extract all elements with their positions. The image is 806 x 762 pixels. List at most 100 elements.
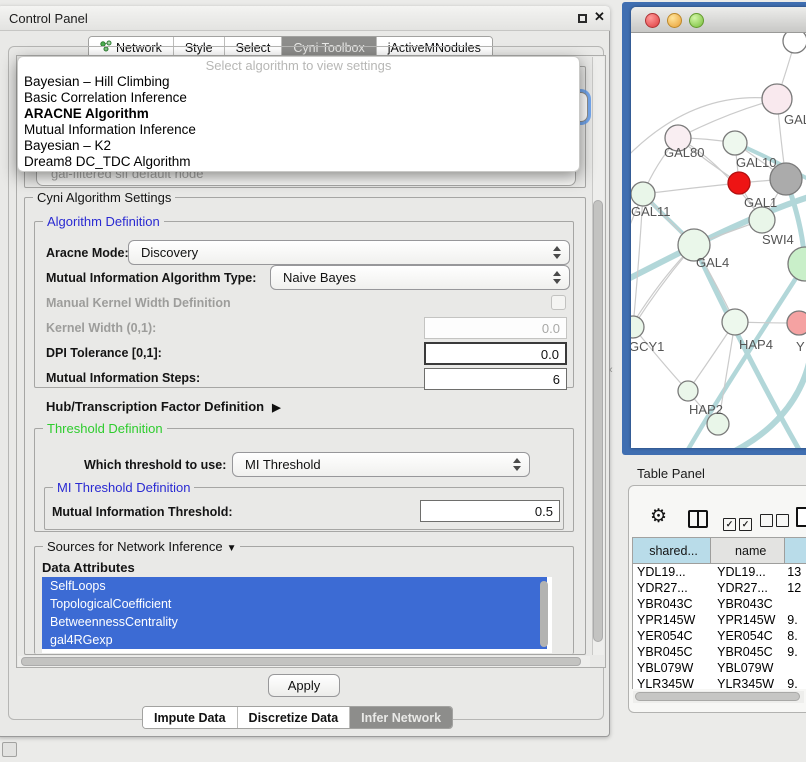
table-row[interactable]: YBR045CYBR045C9.	[633, 644, 806, 660]
data-attributes-label: Data Attributes	[42, 560, 135, 575]
select-all-checks-icon[interactable]: ✓✓	[723, 514, 755, 532]
mi-threshold-label: Mutual Information Threshold:	[52, 505, 233, 519]
mi-algorithm-type-combo[interactable]: Naive Bayes	[270, 265, 570, 290]
data-attributes-list[interactable]: SelfLoopsTopologicalCoefficientBetweenne…	[42, 577, 552, 653]
unchecked-box-icon	[776, 514, 789, 527]
node-hap2[interactable]	[678, 381, 698, 401]
node-salmon[interactable]	[787, 311, 806, 335]
attribute-item-selfloops[interactable]: SelfLoops	[42, 577, 547, 595]
table-cell: YBR045C	[633, 644, 711, 660]
network-edge[interactable]	[678, 99, 777, 138]
algorithm-option-bayesian-k2[interactable]: Bayesian – K2	[18, 138, 579, 154]
float-window-icon[interactable]	[578, 14, 587, 23]
node-gal1-red[interactable]	[728, 172, 750, 194]
attributes-scrollbar-thumb[interactable]	[540, 581, 548, 647]
node-gal10[interactable]	[723, 131, 747, 155]
manual-kernel-checkbox[interactable]	[551, 295, 566, 310]
network-edge[interactable]	[633, 327, 688, 391]
tab-infer-network[interactable]: Infer Network	[349, 707, 452, 728]
column-header-clipped[interactable]	[785, 538, 806, 563]
zoom-traffic-light[interactable]	[689, 13, 704, 28]
dpi-tolerance-field[interactable]: 0.0	[424, 342, 567, 365]
control-panel-titlebar[interactable]	[0, 6, 610, 31]
attribute-item-gal4rgexp[interactable]: gal4RGexp	[42, 631, 547, 649]
collapsed-panel-icon[interactable]	[2, 742, 17, 757]
settings-hscrollbar-thumb[interactable]	[21, 657, 581, 666]
hub-definition-toggle[interactable]: Hub/Transcription Factor Definition▶	[46, 399, 281, 414]
settings-vscrollbar-thumb[interactable]	[593, 200, 603, 642]
table-cell: YBR043C	[711, 596, 785, 612]
network-edge-thick[interactable]	[731, 363, 806, 448]
tab-label: Impute Data	[154, 711, 226, 725]
node-gal11[interactable]	[631, 182, 655, 206]
node-pink-top[interactable]	[762, 84, 792, 114]
minimize-traffic-light[interactable]	[667, 13, 682, 28]
which-threshold-combo[interactable]: MI Threshold	[232, 452, 530, 477]
mi-algorithm-type-value: Naive Bayes	[283, 270, 356, 285]
node-label-gal11: GAL11	[631, 204, 671, 219]
dpi-tolerance-label: DPI Tolerance [0,1]:	[46, 346, 162, 360]
node-big-green[interactable]	[788, 247, 806, 281]
tab-discretize-data[interactable]: Discretize Data	[237, 707, 350, 728]
table-cell: YPR145W	[633, 612, 711, 628]
tab-impute-data[interactable]: Impute Data	[143, 707, 237, 728]
node-label-hap2: HAP2	[689, 402, 723, 417]
algorithm-option-aracne-algorithm[interactable]: ARACNE Algorithm	[18, 106, 579, 122]
node-gal1-green[interactable]	[749, 207, 775, 233]
algorithm-option-bayesian-hill-climbing[interactable]: Bayesian – Hill Climbing	[18, 74, 579, 90]
gear-icon[interactable]: ⚙	[650, 505, 667, 528]
column-header-name[interactable]: name	[711, 538, 785, 563]
network-edge[interactable]	[643, 183, 739, 194]
unchecked-box-icon	[760, 514, 773, 527]
collapse-arrow-icon[interactable]: ▼	[227, 543, 237, 554]
splitter-collapse-icon[interactable]: ‹	[609, 364, 613, 376]
mi-steps-field[interactable]: 6	[424, 368, 567, 390]
mi-threshold-field[interactable]: 0.5	[420, 500, 560, 522]
which-threshold-label: Which threshold to use:	[84, 458, 226, 472]
document-icon[interactable]	[796, 507, 806, 527]
which-threshold-value: MI Threshold	[245, 457, 321, 472]
attribute-item-betweennesscentrality[interactable]: BetweennessCentrality	[42, 613, 547, 631]
table-cell: 12	[785, 580, 806, 596]
apply-button[interactable]: Apply	[268, 674, 340, 697]
table-cell: YBR043C	[633, 596, 711, 612]
checked-box-icon: ✓	[739, 518, 752, 531]
column-layout-icon[interactable]	[688, 510, 708, 528]
bottom-tab-bar: Impute Data Discretize DataInfer Network	[142, 706, 453, 729]
table-hscrollbar-thumb[interactable]	[635, 692, 800, 701]
table-row[interactable]: YLR345WYLR345W9.	[633, 676, 806, 689]
attribute-item-topologicalcoefficient[interactable]: TopologicalCoefficient	[42, 595, 547, 613]
table-row[interactable]: YDR27...YDR27...12	[633, 580, 806, 596]
control-panel-title: Control Panel	[9, 11, 88, 26]
stepper-icon	[513, 457, 522, 472]
node-hap4[interactable]	[722, 309, 748, 335]
table-row[interactable]: YER054CYER054C8.	[633, 628, 806, 644]
algorithm-option-dream8-dc-tdc-algorithm[interactable]: Dream8 DC_TDC Algorithm	[18, 154, 579, 170]
table-cell	[785, 660, 806, 676]
close-icon[interactable]: ✕	[594, 9, 605, 25]
network-edge-thick[interactable]	[686, 264, 805, 448]
network-canvas[interactable]: GALGAL80GAL10GAL1SWI4GAL4GAL11GCY1HAP4YH…	[631, 33, 806, 448]
table-row[interactable]: YDL19...YDL19...13	[633, 564, 806, 580]
network-window-titlebar[interactable]	[631, 7, 806, 33]
node-label-gal1: GAL1	[744, 195, 777, 210]
column-header-shared[interactable]: shared...	[633, 538, 711, 563]
node-label-hap4: HAP4	[739, 337, 773, 352]
close-traffic-light[interactable]	[645, 13, 660, 28]
table-cell: YER054C	[633, 628, 711, 644]
aracne-mode-combo[interactable]: Discovery	[128, 240, 570, 265]
table-header-row: shared...name	[633, 538, 806, 564]
node-gcy1[interactable]	[631, 316, 644, 338]
expand-arrow-icon[interactable]: ▶	[272, 401, 280, 414]
algorithm-option-mutual-information-inference[interactable]: Mutual Information Inference	[18, 122, 579, 138]
mi-algorithm-type-label: Mutual Information Algorithm Type:	[46, 271, 256, 285]
table-row[interactable]: YBL079WYBL079W	[633, 660, 806, 676]
table-row[interactable]: YBR043CYBR043C	[633, 596, 806, 612]
node-label-gal10: GAL10	[736, 155, 776, 170]
table-row[interactable]: YPR145WYPR145W9.	[633, 612, 806, 628]
network-view-window: GALGAL80GAL10GAL1SWI4GAL4GAL11GCY1HAP4YH…	[631, 7, 806, 448]
kernel-width-field[interactable]: 0.0	[424, 317, 567, 339]
node-top-partial[interactable]	[783, 33, 806, 53]
deselect-all-checks-icon[interactable]	[760, 514, 792, 532]
algorithm-option-basic-correlation-inference[interactable]: Basic Correlation Inference	[18, 90, 579, 106]
